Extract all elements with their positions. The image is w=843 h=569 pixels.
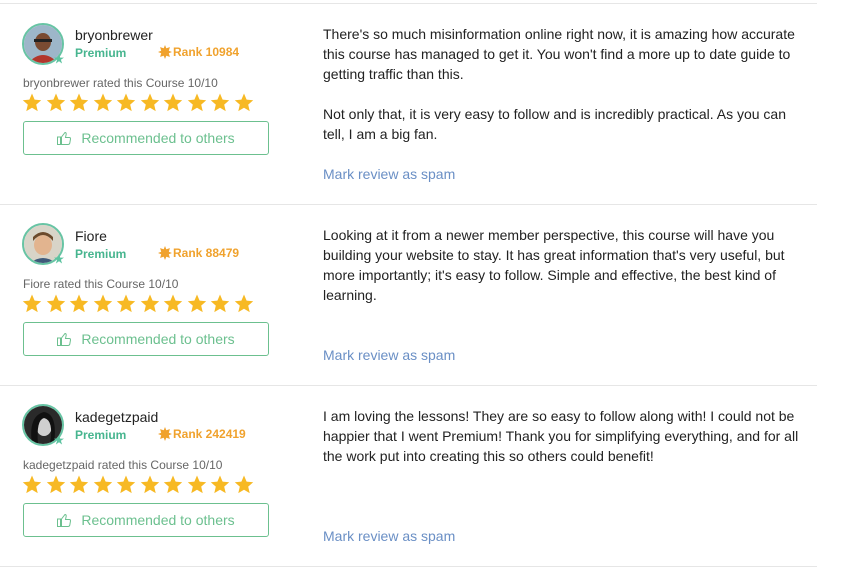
star-icon xyxy=(116,475,136,494)
review-text: Looking at it from a newer member perspe… xyxy=(323,225,803,305)
star-icon xyxy=(69,93,89,112)
star-icon xyxy=(163,93,183,112)
rated-text: kadegetzpaid rated this Course 10/10 xyxy=(23,458,223,472)
star-icon xyxy=(116,294,136,313)
membership-label: Premium xyxy=(75,46,127,60)
username[interactable]: Fiore xyxy=(75,228,107,244)
rank-text: Rank 242419 xyxy=(173,427,246,441)
mark-spam-link[interactable]: Mark review as spam xyxy=(323,528,455,544)
review-divider xyxy=(0,566,817,567)
thumbs-up-icon xyxy=(57,332,72,346)
star-icon xyxy=(93,294,112,313)
star-icon xyxy=(116,93,136,112)
star-icon xyxy=(22,475,42,494)
recommended-button[interactable]: Recommended to others xyxy=(23,121,269,155)
review-paragraph: Looking at it from a newer member perspe… xyxy=(323,227,785,303)
premium-star-badge-icon xyxy=(54,54,64,64)
recommended-button[interactable]: Recommended to others xyxy=(23,503,269,537)
rank-badge: Rank 88479 xyxy=(158,246,239,260)
review-item: kadegetzpaid Premium Rank 242419 kadeget… xyxy=(0,386,817,567)
rated-text: bryonbrewer rated this Course 10/10 xyxy=(23,76,218,90)
star-icon xyxy=(210,93,230,112)
recommended-label: Recommended to others xyxy=(81,331,235,347)
rated-text: Fiore rated this Course 10/10 xyxy=(23,277,179,291)
review-paragraph: I am loving the lessons! They are so eas… xyxy=(323,408,799,464)
star-icon xyxy=(163,475,183,494)
star-icon xyxy=(46,294,65,313)
star-icon xyxy=(187,294,206,313)
username[interactable]: bryonbrewer xyxy=(75,27,153,43)
mark-spam-link[interactable]: Mark review as spam xyxy=(323,347,455,363)
review-text: There's so much misinformation online ri… xyxy=(323,24,803,144)
rank-badge: Rank 242419 xyxy=(158,427,246,441)
star-icon xyxy=(22,294,42,313)
rank-sunburst-icon xyxy=(158,427,172,441)
star-icon xyxy=(234,294,253,313)
review-item: bryonbrewer Premium Rank 10984 bryonbrew… xyxy=(0,4,817,205)
recommended-label: Recommended to others xyxy=(81,512,235,528)
membership-label: Premium xyxy=(75,247,127,261)
star-icon xyxy=(140,475,159,494)
premium-star-badge-icon xyxy=(54,435,64,445)
star-icon xyxy=(210,475,230,494)
rank-text: Rank 10984 xyxy=(173,45,240,59)
mark-spam-link[interactable]: Mark review as spam xyxy=(323,166,455,182)
star-icon xyxy=(69,294,89,313)
recommended-label: Recommended to others xyxy=(81,130,235,146)
star-rating xyxy=(22,294,257,313)
star-icon xyxy=(140,294,159,313)
star-icon xyxy=(140,93,159,112)
star-icon xyxy=(46,475,65,494)
star-icon xyxy=(234,93,253,112)
review-text: I am loving the lessons! They are so eas… xyxy=(323,406,803,466)
thumbs-up-icon xyxy=(57,131,72,145)
rank-text: Rank 88479 xyxy=(173,246,240,260)
star-icon xyxy=(187,93,206,112)
premium-star-badge-icon xyxy=(54,254,64,264)
star-icon xyxy=(93,93,112,112)
recommended-button[interactable]: Recommended to others xyxy=(23,322,269,356)
review-paragraph: There's so much misinformation online ri… xyxy=(323,26,795,82)
star-icon xyxy=(210,294,230,313)
star-icon xyxy=(234,475,253,494)
star-icon xyxy=(46,93,65,112)
username[interactable]: kadegetzpaid xyxy=(75,409,158,425)
star-icon xyxy=(187,475,206,494)
review-item: Fiore Premium Rank 88479 Fiore rated thi… xyxy=(0,205,817,386)
star-rating xyxy=(22,93,257,112)
membership-label: Premium xyxy=(75,428,127,442)
star-rating xyxy=(22,475,257,494)
star-icon xyxy=(93,475,112,494)
reviews-list: bryonbrewer Premium Rank 10984 bryonbrew… xyxy=(0,0,843,569)
rank-sunburst-icon xyxy=(158,246,172,260)
star-icon xyxy=(163,294,183,313)
star-icon xyxy=(22,93,42,112)
rank-badge: Rank 10984 xyxy=(158,45,239,59)
thumbs-up-icon xyxy=(57,513,72,527)
star-icon xyxy=(69,475,89,494)
rank-sunburst-icon xyxy=(158,45,172,59)
review-paragraph: Not only that, it is very easy to follow… xyxy=(323,106,786,142)
